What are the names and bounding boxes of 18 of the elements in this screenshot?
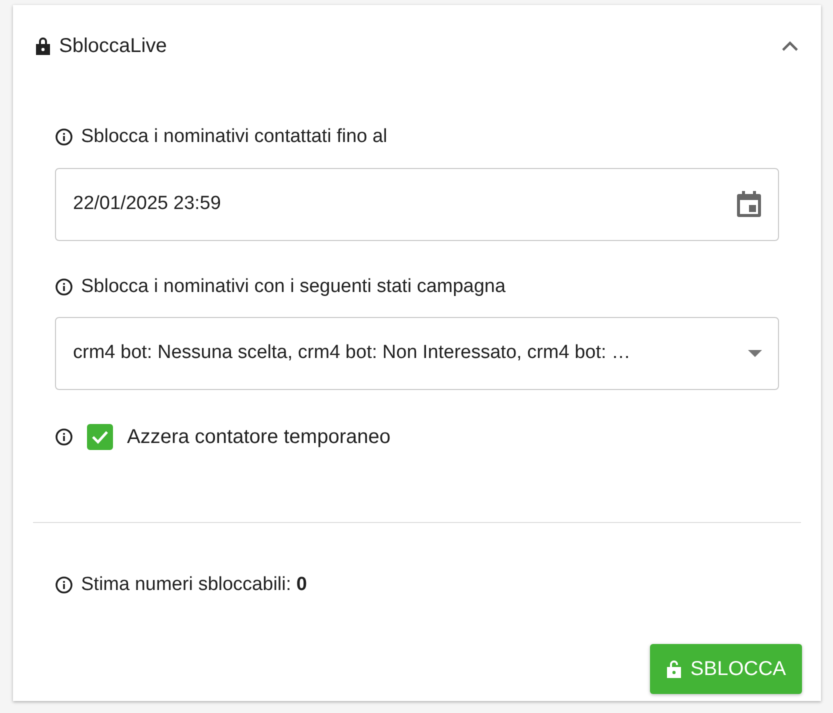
checkmark-icon — [91, 430, 109, 444]
checkbox-label: Azzera contatore temporaneo — [127, 425, 390, 450]
info-icon — [55, 576, 73, 594]
checkbox[interactable] — [87, 424, 113, 450]
calendar-icon[interactable] — [736, 190, 762, 218]
lock-icon — [35, 36, 51, 56]
field-label: Sblocca i nominativi con i seguenti stati campagna — [81, 274, 506, 298]
lock-icon — [666, 658, 682, 678]
chevron-icon[interactable] — [781, 40, 799, 52]
estimate-text: Stima numeri sbloccabili: 0 — [81, 573, 307, 597]
info-icon — [55, 428, 73, 446]
info-icon — [55, 128, 73, 146]
field-label: Sblocca i nominativi contattati fino al — [81, 125, 388, 149]
status-select[interactable]: crm4 bot: Nessuna scelta, crm4 bot: Non Interessato, crm4 bot: … — [55, 317, 779, 390]
dropdown-caret-icon — [748, 350, 762, 358]
panel-title: SbloccaLive — [59, 34, 167, 59]
info-icon — [55, 278, 73, 296]
date-field[interactable]: 22/01/2025 23:59 — [55, 168, 779, 240]
